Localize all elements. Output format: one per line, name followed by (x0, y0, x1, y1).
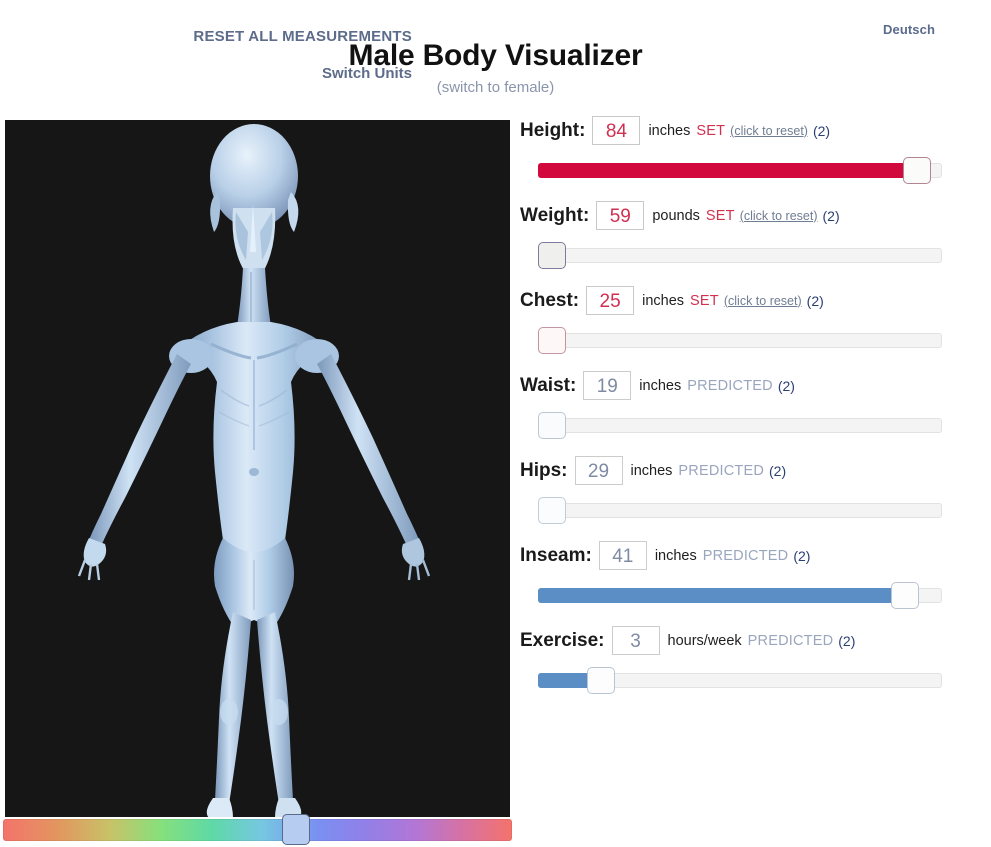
measurement-unit-chest: inches (642, 293, 684, 309)
measurement-label-weight: Weight: (520, 205, 589, 227)
measurement-reset-link-chest[interactable]: (click to reset) (724, 294, 802, 308)
measurement-value-input-chest[interactable]: 25 (586, 286, 634, 315)
measurement-unit-inseam: inches (655, 548, 697, 564)
page-header: Male Body Visualizer (switch to female) (0, 28, 991, 97)
measurement-label-height: Height: (520, 120, 585, 142)
measurement-slider-fill-height (538, 163, 930, 178)
row-spacer (520, 183, 980, 201)
measurement-state-exercise: PREDICTED (748, 633, 834, 649)
skin-hue-slider[interactable] (3, 819, 512, 841)
measurement-row-height: Height: 84 inches SET (click to reset) (2) (520, 116, 980, 183)
measurement-help-link-waist[interactable]: (2) (778, 378, 795, 394)
measurement-label-inseam: Inseam: (520, 545, 592, 567)
measurement-value-input-exercise[interactable]: 3 (612, 626, 660, 655)
measurement-help-link-weight[interactable]: (2) (823, 208, 840, 224)
measurement-row-weight: Weight: 59 pounds SET (click to reset) (2) (520, 201, 980, 268)
measurement-state-hips: PREDICTED (678, 463, 764, 479)
measurement-slider-height[interactable] (538, 157, 942, 183)
measurement-value-input-inseam[interactable]: 41 (599, 541, 647, 570)
measurement-help-link-inseam[interactable]: (2) (793, 548, 810, 564)
measurement-row-waist: Waist: 19 inches PREDICTED (2) (520, 371, 980, 438)
measurement-line-exercise: Exercise: 3 hours/week PREDICTED(2) (520, 626, 980, 655)
body-model-viewer[interactable] (5, 120, 510, 817)
measurement-label-hips: Hips: (520, 460, 568, 482)
measurement-row-exercise: Exercise: 3 hours/week PREDICTED(2) (520, 626, 980, 693)
row-spacer (520, 353, 980, 371)
body-model-render[interactable] (5, 120, 510, 817)
measurement-unit-height: inches (648, 123, 690, 139)
measurement-line-inseam: Inseam: 41 inches PREDICTED(2) (520, 541, 980, 570)
measurement-help-link-exercise[interactable]: (2) (838, 633, 855, 649)
measurement-help-link-hips[interactable]: (2) (769, 463, 786, 479)
measurement-value-input-weight[interactable]: 59 (596, 201, 644, 230)
page-title: Male Body Visualizer (0, 39, 991, 73)
measurement-slider-chest[interactable] (538, 327, 942, 353)
measurement-controls: Height:84inchesSET(click to reset)(2)Wei… (520, 116, 980, 711)
measurement-value-input-height[interactable]: 84 (592, 116, 640, 145)
measurement-slider-waist[interactable] (538, 412, 942, 438)
measurement-state-weight: SET (706, 208, 735, 224)
measurement-slider-exercise[interactable] (538, 667, 942, 693)
measurement-state-chest: SET (690, 293, 719, 309)
measurement-value-input-waist[interactable]: 19 (583, 371, 631, 400)
row-spacer (520, 523, 980, 541)
measurement-slider-handle-inseam[interactable] (891, 582, 919, 609)
measurement-state-waist: PREDICTED (687, 378, 773, 394)
measurement-slider-weight[interactable] (538, 242, 942, 268)
measurement-unit-weight: pounds (652, 208, 700, 224)
measurement-slider-handle-height[interactable] (903, 157, 931, 184)
measurement-unit-exercise: hours/week (668, 633, 742, 649)
measurement-slider-hips[interactable] (538, 497, 942, 523)
measurement-slider-inseam[interactable] (538, 582, 942, 608)
measurement-reset-link-height[interactable]: (click to reset) (730, 124, 808, 138)
measurement-slider-handle-waist[interactable] (538, 412, 566, 439)
measurement-line-hips: Hips: 29 inches PREDICTED (2) (520, 456, 980, 485)
switch-to-female-link[interactable]: (switch to female) (437, 79, 555, 96)
measurement-label-waist: Waist: (520, 375, 576, 397)
measurement-value-input-hips[interactable]: 29 (575, 456, 623, 485)
measurement-line-chest: Chest: 25 inches SET (click to reset) (2) (520, 286, 980, 315)
measurement-reset-link-weight[interactable]: (click to reset) (740, 209, 818, 223)
measurement-label-chest: Chest: (520, 290, 579, 312)
measurement-help-link-height[interactable]: (2) (813, 123, 830, 139)
measurement-unit-hips: inches (631, 463, 673, 479)
measurement-slider-handle-weight[interactable] (538, 242, 566, 269)
measurement-row-chest: Chest: 25 inches SET (click to reset) (2) (520, 286, 980, 353)
measurement-state-height: SET (696, 123, 725, 139)
measurement-slider-fill-exercise (538, 673, 591, 688)
measurement-slider-handle-chest[interactable] (538, 327, 566, 354)
body-model-figure (5, 120, 510, 817)
row-spacer (520, 268, 980, 286)
measurement-slider-track-chest[interactable] (538, 333, 942, 348)
row-spacer (520, 693, 980, 711)
measurement-slider-fill-inseam (538, 588, 918, 603)
measurement-slider-handle-exercise[interactable] (587, 667, 615, 694)
measurement-row-inseam: Inseam: 41 inches PREDICTED(2) (520, 541, 980, 608)
measurement-state-inseam: PREDICTED (703, 548, 789, 564)
measurement-line-weight: Weight: 59 pounds SET (click to reset) (2) (520, 201, 980, 230)
measurement-line-height: Height: 84 inches SET (click to reset) (2) (520, 116, 980, 145)
measurement-slider-track-waist[interactable] (538, 418, 942, 433)
measurement-slider-handle-hips[interactable] (538, 497, 566, 524)
measurement-help-link-chest[interactable]: (2) (807, 293, 824, 309)
measurement-label-exercise: Exercise: (520, 630, 605, 652)
measurement-line-waist: Waist: 19 inches PREDICTED (2) (520, 371, 980, 400)
measurement-unit-waist: inches (639, 378, 681, 394)
row-spacer (520, 438, 980, 456)
measurement-slider-track-weight[interactable] (538, 248, 942, 263)
row-spacer (520, 608, 980, 626)
measurement-slider-track-hips[interactable] (538, 503, 942, 518)
measurement-row-hips: Hips: 29 inches PREDICTED (2) (520, 456, 980, 523)
